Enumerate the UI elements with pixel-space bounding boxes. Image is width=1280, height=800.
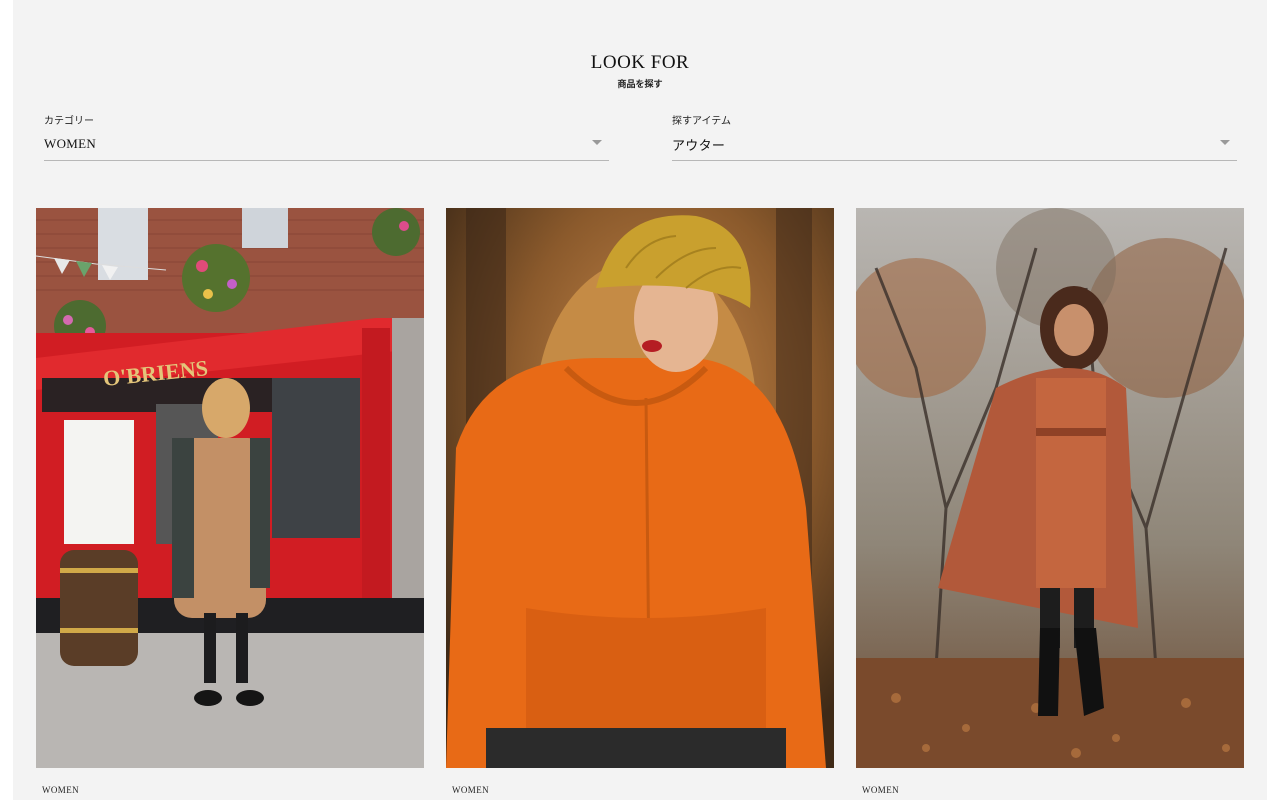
item-select[interactable]: アウター xyxy=(672,126,1237,161)
chevron-down-icon xyxy=(1220,140,1230,145)
page-container: LOOK FOR 商品を探す カテゴリー WOMEN 探すアイテム アウター O… xyxy=(13,0,1267,800)
category-filter: カテゴリー WOMEN xyxy=(44,112,609,161)
product-category-label: WOMEN xyxy=(452,785,489,795)
product-image[interactable]: O'BRIENS xyxy=(36,208,424,768)
item-filter: 探すアイテム アウター xyxy=(672,112,1237,161)
product-image[interactable] xyxy=(856,208,1244,768)
page-title: LOOK FOR xyxy=(590,52,690,73)
chevron-down-icon xyxy=(592,140,602,145)
product-card[interactable]: WOMEN xyxy=(856,208,1244,795)
product-card[interactable]: O'BRIENS WOMEN xyxy=(36,208,424,795)
category-filter-label: カテゴリー xyxy=(44,116,94,127)
product-image[interactable] xyxy=(446,208,834,768)
page-subtitle: 商品を探す xyxy=(617,80,663,90)
item-filter-label: 探すアイテム xyxy=(672,116,731,127)
page-heading: LOOK FOR 商品を探す xyxy=(13,52,1267,90)
category-select[interactable]: WOMEN xyxy=(44,126,609,161)
category-select-value: WOMEN xyxy=(44,136,97,151)
item-select-value: アウター xyxy=(672,139,726,154)
product-category-label: WOMEN xyxy=(862,785,899,795)
product-category-label: WOMEN xyxy=(42,785,79,795)
product-card[interactable]: WOMEN xyxy=(446,208,834,795)
